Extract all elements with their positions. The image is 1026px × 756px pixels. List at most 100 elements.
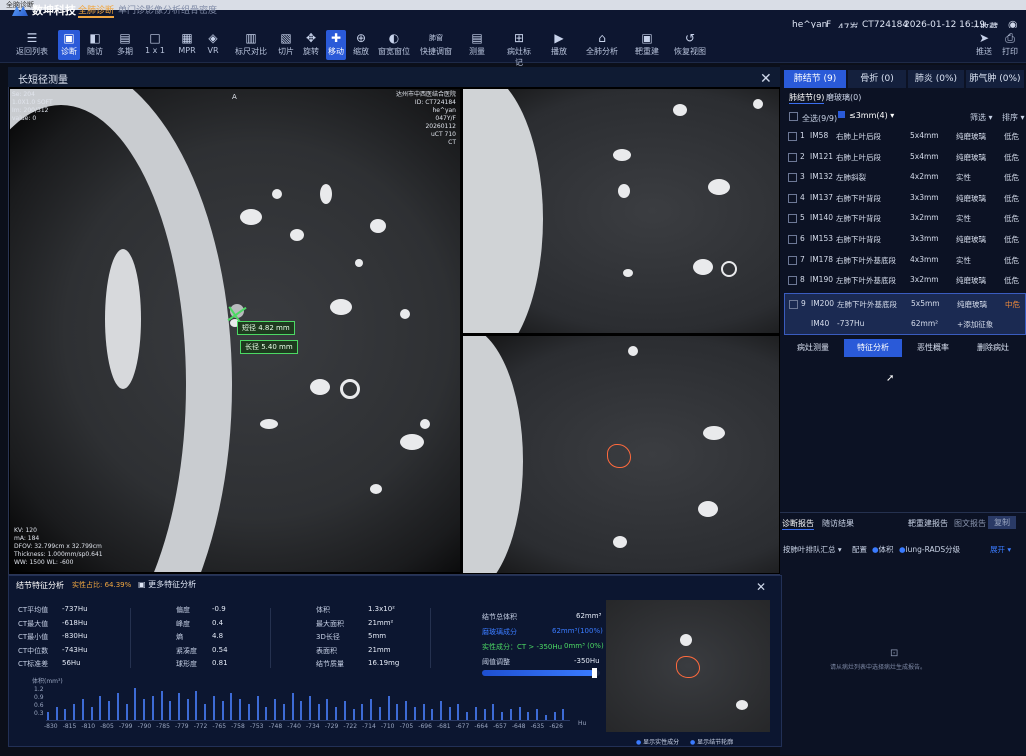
checkbox-icon[interactable] [788,214,797,224]
toolbar-zoom-button[interactable]: ⊕ 缩放 [350,30,372,60]
x-tick-label: -740 [287,723,301,730]
lesion-measure-button[interactable]: 病灶测量 [784,339,842,357]
delete-lesion-button[interactable]: 删除病灶 [964,339,1022,357]
show-solid-toggle[interactable]: ● 显示实性成分 [636,737,679,746]
analysis-close-icon[interactable]: ✕ [756,580,766,594]
tab-report[interactable]: 诊断报告 [782,518,814,530]
ct-main-image[interactable]: A [10,89,460,572]
show-contour-toggle[interactable]: ● 显示结节轮廓 [690,737,733,746]
histogram-bar [195,690,198,720]
sort-button[interactable]: 排序 ▾ [1002,112,1025,123]
mode-tab-outpatient[interactable]: 单门诊影像分析组 [118,3,190,16]
subtab-nodule[interactable]: 肺结节(9) [789,92,825,104]
short-axis-label: 短径 4.82 mm [237,321,295,335]
threshold-slider[interactable] [482,668,600,678]
nodule-loc: 右肺下叶外基底段 [836,255,896,265]
toolbar-measure-button[interactable]: ▤ 测量 [466,30,488,60]
tab-emphysema[interactable]: 肺气肿 (0%) [966,70,1024,88]
print-button[interactable]: ⎙ 打印 [998,30,1022,60]
config-button[interactable]: 配置 [852,544,867,555]
select-all-checkbox[interactable]: 全选(9/9) [789,112,837,124]
nodule-risk: 低危 [1004,152,1019,162]
stat-label: 熵 [176,633,183,641]
toolbar-rotate-button[interactable]: ✥ 旋转 [300,30,322,60]
nodule-row[interactable]: 8 IM190 左肺下叶外基底段 3x2mm 纯磨玻璃 低危 [784,270,1024,290]
toolbar-vr-button[interactable]: ◈ VR [202,30,224,60]
hist-y-label: 体积(mm³) [32,678,63,685]
toolbar-list-button[interactable]: ☰ 返回列表 [14,30,50,60]
checkbox-icon[interactable] [788,235,797,244]
image-report-button[interactable]: 图文报告 [954,518,986,529]
nodule-row[interactable]: 1 IM58 右肺上叶后段 5x4mm 纯磨玻璃 低危 [784,126,1024,146]
toolbar-layout-button[interactable]: □ 1 x 1 [142,30,168,60]
toolbar-quick-window-button[interactable]: 肺窗 快捷调窗 [420,30,452,60]
mode-tab-bone-density[interactable]: 骨密度 [190,3,217,16]
checkbox-icon[interactable] [788,255,797,265]
vessel [320,184,332,204]
more-analysis-button[interactable]: ▣ 更多特征分析 [138,579,196,590]
vessel [698,501,718,517]
vessel [400,434,424,450]
toolbar-slice-button[interactable]: ▧ 切片 [276,30,296,60]
stat-label: 结节质量 [316,660,344,668]
toolbar-mpr-button[interactable]: ▦ MPR [176,30,198,60]
viewer-close-icon[interactable]: ✕ [760,71,772,87]
tab-nodule[interactable]: 肺结节 (9) [784,70,846,88]
toolbar-followup-button[interactable]: ◧ 随访 [84,30,106,60]
toolbar-play-button[interactable]: ▶ 播放 [548,30,570,60]
stat-label: 峰度 [176,619,190,628]
x-tick-label: -799 [118,723,133,730]
tab-followup-result[interactable]: 随访结果 [822,518,854,529]
nodule-location-dropdown[interactable]: 左肺下叶外基底段 [837,299,897,310]
copy-button[interactable]: 复制 [988,516,1016,529]
toolbar-lesion-mark-button[interactable]: ⊞ 病灶标记 [504,30,534,67]
malignancy-button[interactable]: 恶性概率 [904,339,962,357]
nodule-row[interactable]: 5 IM140 左肺下叶背段 3x2mm 实性 低危 [784,208,1024,228]
toolbar-multiphase-button[interactable]: ▤ 多期 [114,30,136,60]
checkbox-icon[interactable] [788,276,797,286]
checkbox-icon[interactable] [788,193,797,203]
toolbar-diagnose-button[interactable]: ▣ 诊断 [58,30,80,60]
add-sign-button[interactable]: +添加征象 [957,319,993,330]
target-recon-report-button[interactable]: 靶重建报告 [908,518,948,529]
nodule-row-selected[interactable]: 9 IM200 左肺下叶外基底段 5x5mm 纯磨玻璃 中危 IM40 -737… [784,293,1026,335]
feature-analysis-button[interactable]: 特征分析 [844,339,902,357]
subtab-ggo[interactable]: 磨玻璃(0) [826,92,861,103]
toolbar-window-level-button[interactable]: ◐ 窗宽窗位 [378,30,410,60]
lungrads-checkbox[interactable]: ●lung-RADS分级 [899,544,960,555]
toolbar-lung-analysis-button[interactable]: ⌂ 全肺分析 [586,30,618,60]
nodule-row[interactable]: 4 IM137 右肺下叶背段 3x3mm 纯磨玻璃 低危 [784,188,1024,208]
toolbar-ruler-compare-button[interactable]: ▥ 标尺对比 [232,30,270,60]
checkbox-icon[interactable] [788,152,797,162]
size-filter-dropdown[interactable]: ≤3mm(4) ▾ [838,111,894,120]
histogram-bar [99,696,102,720]
x-tick-label: -753 [249,723,264,730]
filter-button[interactable]: 筛选 ▾ [970,112,993,123]
tab-pneumonia[interactable]: 肺炎 (0%) [908,70,964,88]
checkbox-icon[interactable] [788,132,797,141]
toolbar-reset-view-button[interactable]: ↺ 恢复视图 [674,30,706,60]
nodule-loc: 右肺上叶后段 [836,132,881,141]
vessel [330,299,352,315]
summary-dropdown[interactable]: 按肺叶排队汇总 ▾ [783,544,842,555]
ct-view-bottom[interactable] [463,336,779,573]
nodule-row[interactable]: 7 IM178 右肺下叶外基底段 4x3mm 实性 低危 [784,250,1024,270]
expand-link[interactable]: 展开 ▾ [990,544,1011,555]
ct-view-top[interactable] [463,89,779,333]
checkbox-icon[interactable] [788,173,797,183]
nodule-row[interactable]: 3 IM132 左肺斜裂 4x2mm 实性 低危 [784,167,1024,187]
nodule-risk: 低危 [1004,235,1019,244]
nodule-row[interactable]: 6 IM153 右肺下叶背段 3x3mm 纯磨玻璃 低危 [784,229,1024,249]
send-button[interactable]: ➤ 推送 [972,30,996,60]
volume-checkbox[interactable]: ●体积 [872,544,894,555]
toolbar-target-recon-button[interactable]: ▣ 靶重建 [632,30,662,60]
nodule-type-dropdown[interactable]: 纯磨玻璃 [957,299,987,310]
mode-tab-lung[interactable]: 全肺诊断 [78,3,115,18]
measure-icon: ▤ [471,31,483,45]
nodule-row[interactable]: 2 IM121 右肺上叶后段 5x4mm 纯磨玻璃 低危 [784,147,1024,167]
toolbar-move-button[interactable]: ✚ 移动 [326,30,346,60]
threshold-slider-handle[interactable] [592,668,597,678]
stat-value: 16.19mg [368,659,400,667]
tab-fracture[interactable]: 骨折 (0) [848,70,906,88]
risk-dropdown[interactable]: 中危 [1005,299,1020,310]
